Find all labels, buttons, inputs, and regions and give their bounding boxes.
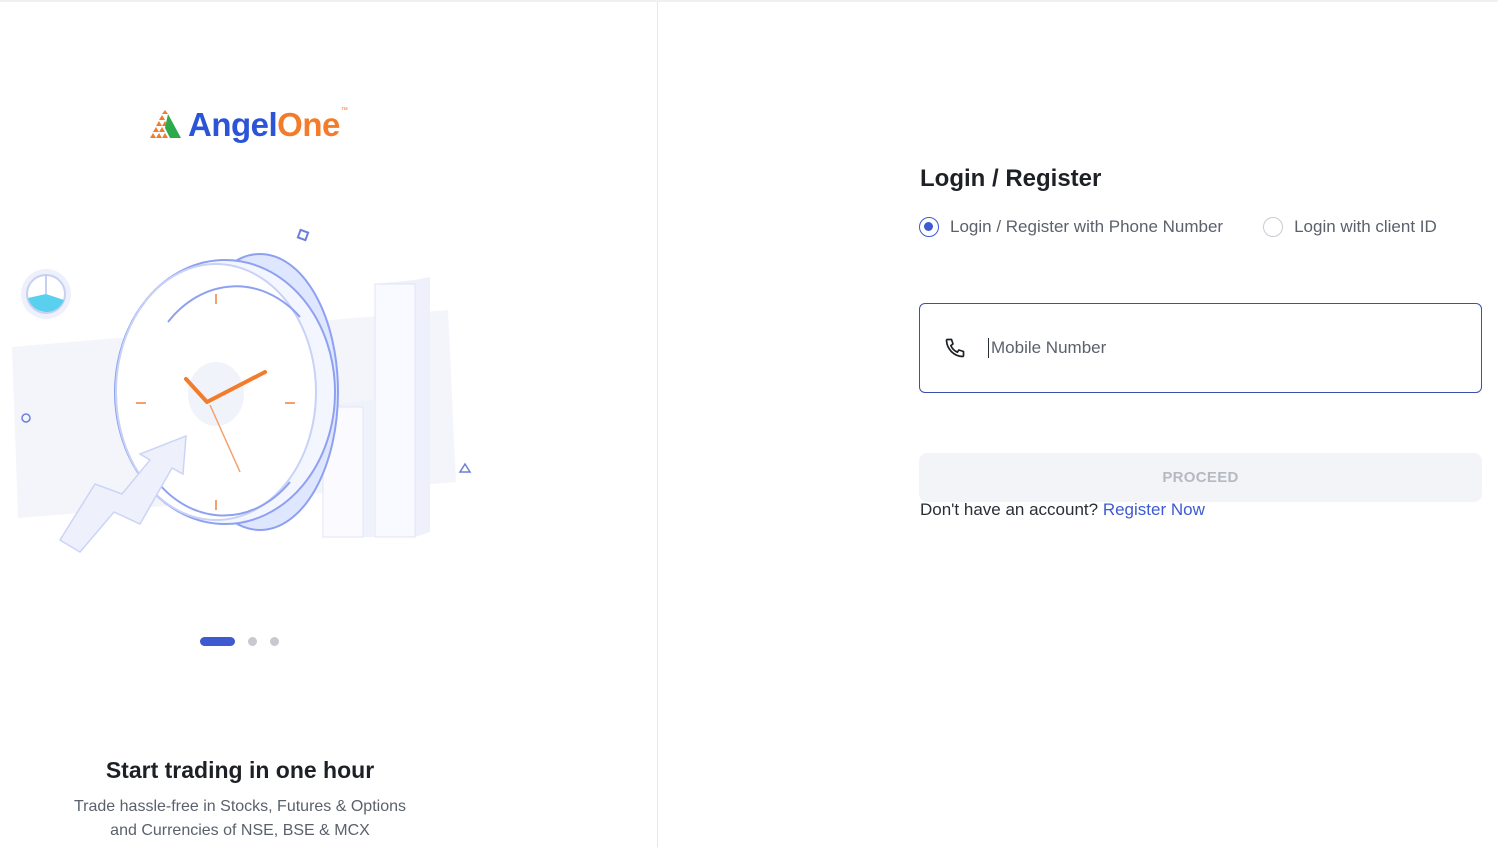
form-title: Login / Register (920, 165, 1102, 192)
carousel-dot-3[interactable] (270, 637, 279, 646)
radio-checked[interactable] (919, 217, 939, 237)
carousel-dot-1[interactable] (200, 637, 235, 646)
login-panel: Login / Register Login / Register with P… (658, 2, 1498, 847)
slide-title: Start trading in one hour (105, 757, 375, 783)
triangle-decoration (458, 462, 472, 473)
no-account-text: Don't have an account? (920, 500, 1099, 519)
carousel-indicators (200, 637, 279, 646)
radio-label-phone: Login / Register with Phone Number (950, 217, 1224, 236)
logo-one-text: One (277, 105, 340, 143)
phone-icon (942, 335, 968, 361)
slide-description: Trade hassle-free in Stocks, Futures & O… (40, 795, 440, 843)
slide-desc-line2: and Currencies of NSE, BSE & MCX (110, 822, 370, 839)
login-method-options: Login / Register with Phone Number Login… (919, 217, 1437, 237)
angelone-logo: AngelOne ™ (148, 102, 348, 146)
carousel-dot-2[interactable] (248, 637, 257, 646)
register-now-link[interactable]: Register Now (1103, 500, 1205, 519)
angelone-logo-icon (150, 110, 181, 138)
bar-chart-illustration (322, 277, 430, 538)
radio-unchecked[interactable] (1263, 217, 1284, 237)
logo-wordmark: AngelOne (188, 108, 340, 141)
diamond-decoration (296, 228, 310, 242)
radio-option-client-id[interactable]: Login with client ID (1263, 217, 1437, 237)
promo-panel: AngelOne ™ Start trading in one hour Tra… (0, 2, 657, 847)
register-prompt: Don't have an account? Register Now (920, 500, 1205, 520)
pie-chart-icon (21, 269, 71, 319)
logo-angel-text: Angel (188, 105, 278, 143)
logo-trademark: ™ (340, 106, 348, 114)
mobile-number-input[interactable] (988, 338, 1468, 358)
slide-desc-line1: Trade hassle-free in Stocks, Futures & O… (74, 798, 406, 815)
radio-option-phone[interactable]: Login / Register with Phone Number (919, 217, 1223, 237)
mobile-number-field[interactable] (919, 303, 1482, 393)
radio-label-client-id: Login with client ID (1294, 217, 1437, 236)
proceed-button[interactable]: PROCEED (919, 453, 1482, 502)
trading-clock-illustration (12, 228, 472, 553)
